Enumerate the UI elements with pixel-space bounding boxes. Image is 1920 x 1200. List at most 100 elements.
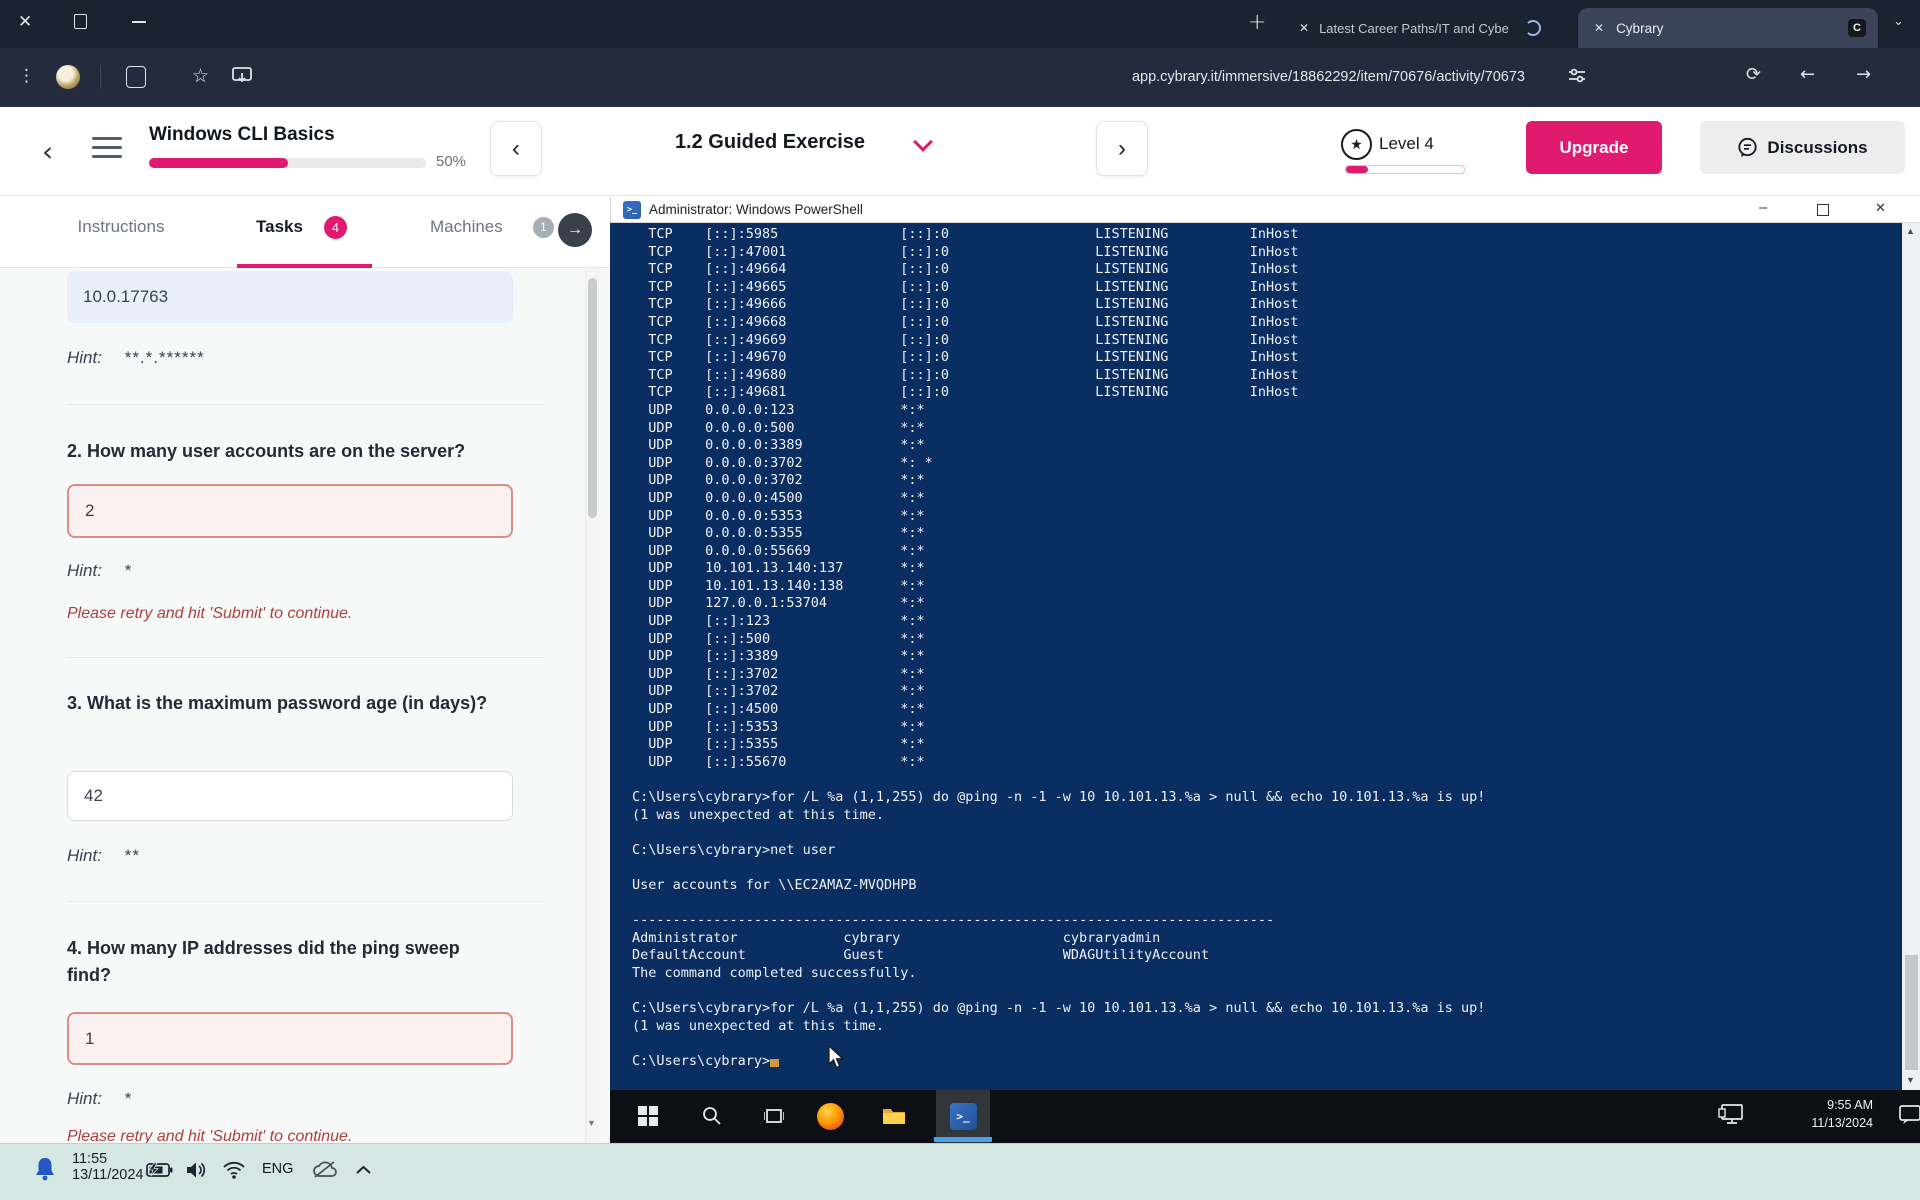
activity-title[interactable]: 1.2 Guided Exercise (640, 131, 900, 154)
site-controls-icon[interactable] (1568, 68, 1586, 84)
cybrary-favicon: C (1848, 19, 1866, 37)
active-tab-underline (237, 264, 372, 268)
remote-clock[interactable]: 9:55 AM 11/13/2024 (1768, 1096, 1873, 1132)
tasks-scrollbar-thumb (588, 278, 597, 518)
course-menu-icon[interactable] (92, 137, 122, 158)
scroll-up-icon: ▲ (1906, 226, 1915, 236)
hint-value-q1: **.*.****** (125, 348, 205, 367)
discussions-button[interactable]: Discussions (1700, 121, 1905, 174)
divider (67, 404, 545, 405)
answer-input-q1[interactable]: 10.0.17763 (67, 271, 513, 323)
hint-label: Hint: (67, 348, 102, 367)
next-activity-button[interactable]: › (1096, 121, 1148, 176)
tasks-panel: Instructions Tasks 4 Machines 1 → ▼ 10.0… (0, 196, 610, 1143)
remote-start-button[interactable] (638, 1106, 658, 1126)
level-progress-fill (1346, 166, 1368, 173)
volume-icon[interactable] (186, 1160, 208, 1180)
remote-date: 11/13/2024 (1768, 1114, 1873, 1132)
course-progress-track (149, 158, 426, 168)
host-clock[interactable]: 11:55 13/11/2024 (72, 1151, 144, 1183)
scroll-down-icon: ▼ (587, 1118, 596, 1128)
tasks-tabbar: Instructions Tasks 4 Machines 1 → (0, 196, 610, 268)
reload-icon[interactable]: ⟳ (1746, 64, 1761, 85)
course-progress-label: 50% (436, 153, 466, 170)
hint-label: Hint: (67, 1089, 102, 1108)
course-title: Windows CLI Basics (149, 124, 335, 146)
tab-label[interactable]: Cybrary (1616, 21, 1848, 36)
powershell-terminal[interactable]: TCP [::]:5985 [::]:0 LISTENING InHost TC… (610, 223, 1902, 1090)
window-close-icon[interactable]: ✕ (18, 12, 32, 32)
tab-close-icon[interactable]: ✕ (1299, 21, 1309, 35)
scroll-down-icon: ▼ (1906, 1075, 1915, 1085)
machines-count-badge: 1 (533, 217, 554, 238)
remote-active-app-indicator (934, 1137, 992, 1142)
bookmark-star-icon[interactable]: ☆ (192, 65, 209, 87)
powershell-titlebar[interactable]: >_ Administrator: Windows PowerShell – ✕ (610, 197, 1920, 223)
powershell-icon: >_ (950, 1103, 977, 1130)
tab-label[interactable]: Latest Career Paths/IT and Cybe (1319, 21, 1519, 36)
answer-input-q2[interactable]: 2 (67, 484, 513, 538)
kebab-menu-icon[interactable]: ⋮ (18, 66, 35, 86)
new-tab-button[interactable]: + (1248, 10, 1266, 35)
browser-titlebar: ✕ + ✕ Latest Career Paths/IT and Cybe ✕ … (0, 0, 1920, 48)
question-q3: 3. What is the maximum password age (in … (67, 690, 497, 717)
retry-message-q4: Please retry and hit 'Submit' to continu… (67, 1128, 352, 1143)
mouse-cursor (828, 1045, 845, 1069)
tasks-scrollbar[interactable]: ▼ (585, 268, 600, 1143)
remote-powershell-taskbar-button[interactable]: >_ (936, 1090, 990, 1143)
window-restore-icon[interactable] (74, 14, 87, 29)
tray-expand-chevron-icon[interactable] (356, 1165, 371, 1175)
activity-dropdown-chevron[interactable] (913, 132, 933, 152)
extension-icon[interactable] (126, 66, 146, 88)
hint-label: Hint: (67, 561, 102, 580)
tab-search-chevron-icon[interactable]: ⌄ (1893, 14, 1904, 29)
address-bar[interactable]: app.cybrary.it/immersive/18862292/item/7… (1230, 64, 1525, 90)
remote-notifications-icon[interactable] (1898, 1104, 1920, 1126)
forward-icon[interactable]: → (1856, 64, 1871, 85)
host-date: 13/11/2024 (72, 1167, 144, 1183)
battery-icon[interactable] (146, 1163, 173, 1177)
tab-instructions[interactable]: Instructions (60, 217, 182, 237)
toolbar-divider (100, 65, 101, 89)
notification-bell-icon[interactable] (34, 1157, 56, 1181)
remote-explorer-icon[interactable] (882, 1106, 906, 1126)
tasks-count-badge: 4 (324, 216, 347, 239)
divider (67, 901, 545, 902)
remote-taskview-icon[interactable] (764, 1107, 784, 1125)
remote-time: 9:55 AM (1768, 1096, 1873, 1114)
remote-firefox-icon[interactable] (817, 1103, 844, 1130)
tab-tasks[interactable]: Tasks (256, 217, 303, 237)
onedrive-paused-icon[interactable] (312, 1160, 337, 1179)
tab-machines[interactable]: Machines (430, 217, 503, 237)
host-time: 11:55 (72, 1151, 144, 1167)
terminal-scrollbar[interactable]: ▲ ▼ (1902, 223, 1920, 1090)
remote-display-icon[interactable] (1718, 1103, 1744, 1127)
hint-row-q4: Hint: * (67, 1089, 132, 1109)
ps-minimize-icon[interactable]: – (1759, 199, 1767, 216)
answer-input-q3[interactable]: 42 (67, 771, 513, 821)
ps-close-icon[interactable]: ✕ (1875, 201, 1886, 216)
window-minimize-icon[interactable] (132, 21, 146, 23)
ps-restore-icon[interactable] (1817, 204, 1829, 216)
tab-active[interactable]: ✕ Cybrary C (1578, 8, 1878, 48)
hint-value-q4: * (125, 1089, 133, 1108)
back-chevron[interactable]: ‹ (42, 135, 53, 168)
wifi-icon[interactable] (222, 1161, 246, 1179)
question-q2: 2. How many user accounts are on the ser… (67, 438, 497, 465)
tab-background[interactable]: ✕ Latest Career Paths/IT and Cybe (1285, 8, 1565, 48)
language-indicator[interactable]: ENG (262, 1161, 293, 1177)
remote-search-icon[interactable] (702, 1106, 722, 1126)
profile-avatar[interactable] (56, 65, 80, 89)
level-label: Level 4 (1379, 134, 1434, 154)
terminal-output: TCP [::]:5985 [::]:0 LISTENING InHost TC… (632, 226, 1485, 1071)
hint-row-q1: Hint: **.*.****** (67, 348, 205, 368)
cast-icon[interactable] (232, 67, 252, 85)
tab-close-icon[interactable]: ✕ (1594, 21, 1604, 35)
back-icon[interactable]: ← (1800, 64, 1815, 85)
tabs-scroll-right-button[interactable]: → (558, 213, 592, 247)
hint-value-q3: ** (125, 846, 140, 865)
answer-input-q4[interactable]: 1 (67, 1012, 513, 1065)
retry-message-q2: Please retry and hit 'Submit' to continu… (67, 605, 352, 623)
upgrade-button[interactable]: Upgrade (1526, 121, 1662, 174)
prev-activity-button[interactable]: ‹ (490, 121, 542, 176)
